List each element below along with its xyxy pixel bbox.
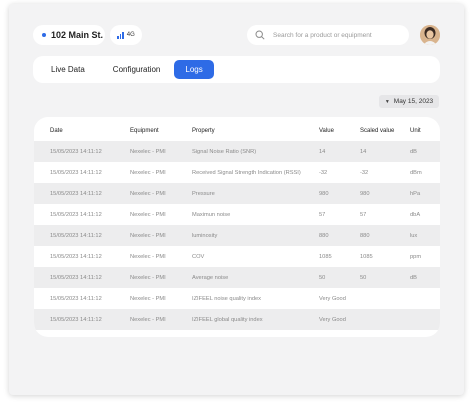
cell-value: 980 (319, 190, 329, 197)
cell-date: 15/05/2023 14:11:12 (50, 295, 102, 302)
cell-scaled-value: 880 (360, 232, 370, 239)
cell-unit (410, 288, 440, 309)
table-row[interactable]: 15/05/2023 14:11:12 Nexelec - PMI Signal… (34, 141, 440, 162)
cell-property: Received Signal Strength Indication (RSS… (192, 169, 301, 176)
cell-property: IZIFEEL global quality index (192, 316, 263, 323)
column-header-property[interactable]: Property (192, 120, 319, 141)
column-header-unit[interactable]: Unit (410, 120, 440, 141)
cell-date: 15/05/2023 14:11:12 (50, 211, 102, 218)
cell-scaled-value: 14 (360, 148, 367, 155)
cell-equipment: Nexelec - PMI (130, 232, 166, 239)
user-avatar[interactable] (420, 25, 440, 45)
cell-equipment: Nexelec - PMI (130, 316, 166, 323)
table-row[interactable]: 15/05/2023 14:11:12 Nexelec - PMI Pressu… (34, 183, 440, 204)
table-row[interactable]: 15/05/2023 14:11:12 Nexelec - PMI COV 10… (34, 246, 440, 267)
cell-property: Pressure (192, 190, 215, 197)
network-status: 4G (110, 25, 142, 45)
table-row[interactable]: 15/05/2023 14:11:12 Nexelec - PMI IZIFEE… (34, 309, 440, 330)
cell-date: 15/05/2023 14:11:12 (50, 148, 102, 155)
cell-date: 15/05/2023 14:11:12 (50, 274, 102, 281)
cell-scaled-value: 980 (360, 190, 370, 197)
table-row[interactable]: 15/05/2023 14:11:12 Nexelec - PMI Maximu… (34, 204, 440, 225)
cell-equipment: Nexelec - PMI (130, 295, 166, 302)
table-row[interactable]: 15/05/2023 14:11:12 Nexelec - PMI IZIFEE… (34, 288, 440, 309)
search-icon (255, 30, 265, 40)
column-header-date[interactable]: Date (34, 120, 130, 141)
cell-value: 880 (319, 232, 329, 239)
cell-unit: ppm (410, 253, 422, 260)
cell-equipment: Nexelec - PMI (130, 211, 166, 218)
tab-logs[interactable]: Logs (174, 60, 214, 79)
cell-property: IZIFEEL noise quality index (192, 295, 262, 302)
cell-date: 15/05/2023 14:11:12 (50, 316, 102, 323)
cell-value: 14 (319, 148, 326, 155)
date-filter-label: May 15, 2023 (393, 98, 434, 105)
cell-property: Maximun noise (192, 211, 231, 218)
cell-date: 15/05/2023 14:11:12 (50, 169, 102, 176)
cell-scaled-value (360, 309, 410, 330)
cell-value: 57 (319, 211, 326, 218)
cell-unit: hPa (410, 190, 421, 197)
column-header-equipment[interactable]: Equipment (130, 120, 192, 141)
cell-scaled-value: 57 (360, 211, 367, 218)
location-selector[interactable]: 102 Main St. (33, 25, 105, 45)
cell-value: -32 (319, 169, 328, 176)
cell-property: COV (192, 253, 205, 260)
cell-scaled-value (360, 288, 410, 309)
cell-equipment: Nexelec - PMI (130, 169, 166, 176)
logs-table-card: Date Equipment Property Value Scaled val… (34, 117, 440, 337)
table-row[interactable]: 15/05/2023 14:11:12 Nexelec - PMI Averag… (34, 267, 440, 288)
cell-scaled-value: 50 (360, 274, 367, 281)
cell-equipment: Nexelec - PMI (130, 253, 166, 260)
tab-configuration[interactable]: Configuration (99, 60, 175, 79)
table-row[interactable]: 15/05/2023 14:11:12 Nexelec - PMI lumino… (34, 225, 440, 246)
caret-down-icon: ▼ (384, 98, 390, 105)
location-label: 102 Main St. (51, 30, 104, 40)
cell-scaled-value: -32 (360, 169, 369, 176)
column-header-scaled-value[interactable]: Scaled value (360, 120, 410, 141)
cell-value: 50 (319, 274, 326, 281)
cell-unit: dbA (410, 211, 421, 218)
signal-icon (117, 31, 124, 39)
network-label: 4G (126, 32, 135, 38)
cell-unit: lux (410, 232, 418, 239)
cell-unit (410, 309, 440, 330)
cell-equipment: Nexelec - PMI (130, 190, 166, 197)
cell-scaled-value: 1085 (360, 253, 373, 260)
date-filter-button[interactable]: ▼ May 15, 2023 (379, 95, 439, 108)
cell-date: 15/05/2023 14:11:12 (50, 232, 102, 239)
cell-value: Very Good (319, 316, 346, 323)
cell-property: Average noise (192, 274, 229, 281)
cell-equipment: Nexelec - PMI (130, 148, 166, 155)
cell-equipment: Nexelec - PMI (130, 274, 166, 281)
cell-unit: dB (410, 274, 417, 281)
logs-table: Date Equipment Property Value Scaled val… (34, 120, 440, 330)
search-placeholder: Search for a product or equipment (273, 31, 372, 39)
cell-value: Very Good (319, 295, 346, 302)
cell-property: luminosity (192, 232, 218, 239)
table-header-row: Date Equipment Property Value Scaled val… (34, 120, 440, 141)
cell-unit: dB (410, 148, 417, 155)
location-dot-icon (42, 33, 46, 37)
cell-date: 15/05/2023 14:11:12 (50, 253, 102, 260)
table-row[interactable]: 15/05/2023 14:11:12 Nexelec - PMI Receiv… (34, 162, 440, 183)
cell-unit: dBm (410, 169, 422, 176)
cell-date: 15/05/2023 14:11:12 (50, 190, 102, 197)
cell-property: Signal Noise Ratio (SNR) (192, 148, 257, 155)
cell-value: 1085 (319, 253, 332, 260)
tab-bar: Live Data Configuration Logs (33, 56, 440, 83)
search-input[interactable]: Search for a product or equipment (247, 25, 409, 45)
column-header-value[interactable]: Value (319, 120, 360, 141)
tab-live-data[interactable]: Live Data (37, 60, 99, 79)
